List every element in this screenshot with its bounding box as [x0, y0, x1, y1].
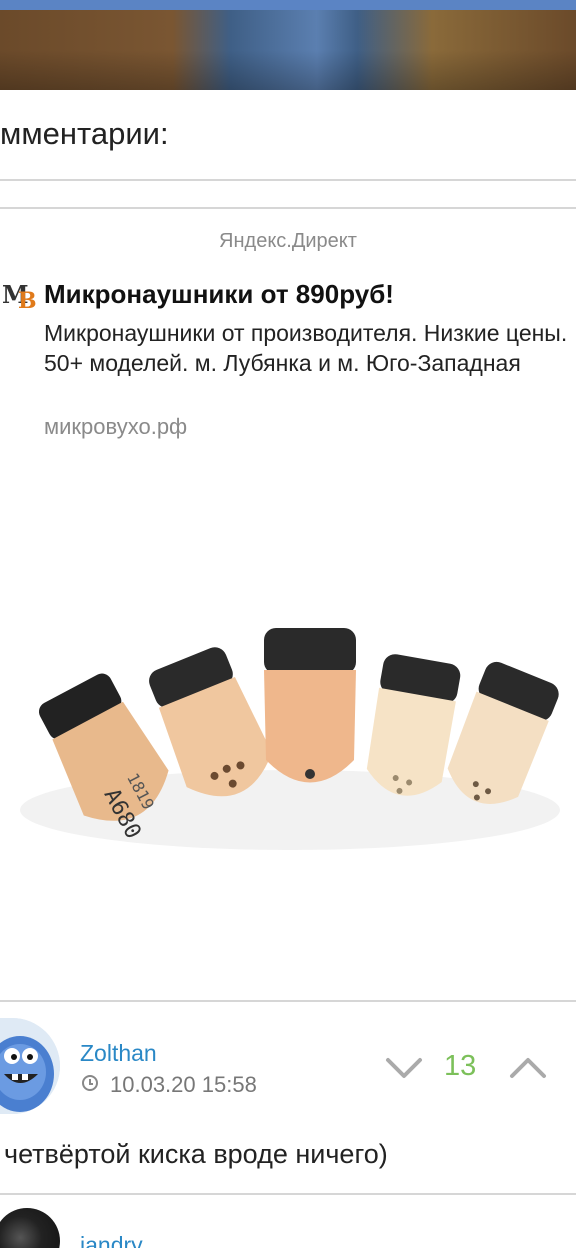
comment-text: четвёртой киска вроде ничего) [4, 1139, 388, 1169]
divider [0, 207, 576, 209]
ad-title[interactable]: Микронаушники от 890руб! [44, 279, 394, 310]
ad-source-label: Яндекс.Директ [219, 230, 357, 252]
vote-up-button[interactable] [508, 1052, 548, 1082]
ad-description[interactable]: Микронаушники от производителя. Низкие ц… [44, 318, 576, 378]
avatar[interactable] [0, 1018, 60, 1114]
ad-logo-letter-b: B [18, 288, 37, 314]
top-bar [0, 0, 576, 10]
avatar-image [0, 1018, 60, 1114]
clock-icon [82, 1075, 98, 1091]
ad-domain-link[interactable]: микровухо.рф [44, 414, 187, 440]
ad-product-image[interactable]: A680 1819 [0, 480, 576, 980]
page: мментарии: Яндекс.Директ MB Микронаушник… [0, 0, 576, 1248]
ad-logo[interactable]: MB [2, 280, 37, 314]
avatar[interactable] [0, 1208, 60, 1248]
comments-heading: мментарии: [0, 116, 169, 151]
post-image-cropped[interactable] [0, 0, 576, 90]
divider [0, 1000, 576, 1002]
divider [0, 179, 576, 181]
chevron-up-icon [510, 1058, 546, 1078]
comment-author[interactable]: iandry [80, 1232, 143, 1248]
divider [0, 1193, 576, 1195]
comment-author[interactable]: Zolthan [80, 1040, 157, 1067]
chevron-down-icon [386, 1058, 422, 1078]
vote-down-button[interactable] [384, 1052, 424, 1082]
comment-date: 10.03.20 15:58 [110, 1072, 257, 1097]
comment-score: 13 [444, 1050, 477, 1082]
